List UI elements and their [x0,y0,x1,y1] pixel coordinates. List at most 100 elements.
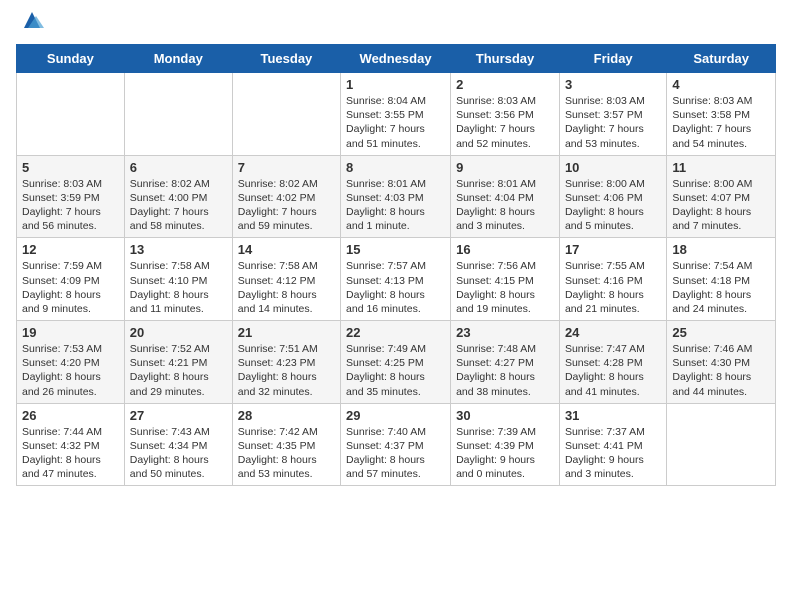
day-number: 1 [346,77,445,92]
calendar-cell: 7 Sunrise: 8:02 AM Sunset: 4:02 PM Daylig… [232,155,340,238]
logo-text [16,16,44,32]
calendar-header-sunday: Sunday [17,45,125,73]
calendar-cell: 30 Sunrise: 7:39 AM Sunset: 4:39 PM Dayli… [451,403,560,486]
day-info: Sunrise: 7:44 AM Sunset: 4:32 PM Dayligh… [22,425,119,482]
calendar-header-tuesday: Tuesday [232,45,340,73]
calendar-week-4: 19 Sunrise: 7:53 AM Sunset: 4:20 PM Dayli… [17,321,776,404]
day-number: 30 [456,408,554,423]
day-number: 10 [565,160,661,175]
day-info: Sunrise: 8:02 AM Sunset: 4:00 PM Dayligh… [130,177,227,234]
day-number: 2 [456,77,554,92]
calendar-header-friday: Friday [559,45,666,73]
calendar-cell: 6 Sunrise: 8:02 AM Sunset: 4:00 PM Daylig… [124,155,232,238]
day-info: Sunrise: 8:01 AM Sunset: 4:03 PM Dayligh… [346,177,445,234]
day-number: 9 [456,160,554,175]
day-info: Sunrise: 7:58 AM Sunset: 4:10 PM Dayligh… [130,259,227,316]
calendar-header-thursday: Thursday [451,45,560,73]
day-number: 21 [238,325,335,340]
day-number: 4 [672,77,770,92]
calendar-header-wednesday: Wednesday [341,45,451,73]
day-info: Sunrise: 7:56 AM Sunset: 4:15 PM Dayligh… [456,259,554,316]
calendar-cell: 1 Sunrise: 8:04 AM Sunset: 3:55 PM Daylig… [341,73,451,156]
day-info: Sunrise: 8:01 AM Sunset: 4:04 PM Dayligh… [456,177,554,234]
day-number: 7 [238,160,335,175]
day-info: Sunrise: 8:04 AM Sunset: 3:55 PM Dayligh… [346,94,445,151]
calendar-header-monday: Monday [124,45,232,73]
page-header [16,16,776,32]
day-info: Sunrise: 7:57 AM Sunset: 4:13 PM Dayligh… [346,259,445,316]
day-number: 14 [238,242,335,257]
day-info: Sunrise: 8:02 AM Sunset: 4:02 PM Dayligh… [238,177,335,234]
calendar-cell: 5 Sunrise: 8:03 AM Sunset: 3:59 PM Daylig… [17,155,125,238]
day-number: 22 [346,325,445,340]
calendar-cell: 20 Sunrise: 7:52 AM Sunset: 4:21 PM Dayli… [124,321,232,404]
day-number: 17 [565,242,661,257]
day-number: 13 [130,242,227,257]
calendar-cell [17,73,125,156]
calendar-cell: 11 Sunrise: 8:00 AM Sunset: 4:07 PM Dayli… [667,155,776,238]
calendar-week-5: 26 Sunrise: 7:44 AM Sunset: 4:32 PM Dayli… [17,403,776,486]
day-number: 25 [672,325,770,340]
calendar-cell: 16Sunrise: 7:56 AM Sunset: 4:15 PM Dayli… [451,238,560,321]
day-number: 27 [130,408,227,423]
day-number: 20 [130,325,227,340]
calendar-cell: 28Sunrise: 7:42 AM Sunset: 4:35 PM Dayli… [232,403,340,486]
calendar-cell: 4Sunrise: 8:03 AM Sunset: 3:58 PM Daylig… [667,73,776,156]
calendar-cell: 3 Sunrise: 8:03 AM Sunset: 3:57 PM Daylig… [559,73,666,156]
day-info: Sunrise: 7:51 AM Sunset: 4:23 PM Dayligh… [238,342,335,399]
calendar-cell: 10 Sunrise: 8:00 AM Sunset: 4:06 PM Dayli… [559,155,666,238]
day-number: 24 [565,325,661,340]
calendar-cell [667,403,776,486]
day-info: Sunrise: 7:54 AM Sunset: 4:18 PM Dayligh… [672,259,770,316]
calendar-cell: 25 Sunrise: 7:46 AM Sunset: 4:30 PM Dayli… [667,321,776,404]
logo [16,16,44,32]
calendar-week-3: 12Sunrise: 7:59 AM Sunset: 4:09 PM Dayli… [17,238,776,321]
calendar-cell: 15 Sunrise: 7:57 AM Sunset: 4:13 PM Dayli… [341,238,451,321]
day-number: 3 [565,77,661,92]
day-info: Sunrise: 7:47 AM Sunset: 4:28 PM Dayligh… [565,342,661,399]
day-number: 11 [672,160,770,175]
day-number: 18 [672,242,770,257]
day-number: 15 [346,242,445,257]
day-number: 5 [22,160,119,175]
calendar-cell: 22Sunrise: 7:49 AM Sunset: 4:25 PM Dayli… [341,321,451,404]
calendar-cell: 27 Sunrise: 7:43 AM Sunset: 4:34 PM Dayli… [124,403,232,486]
day-info: Sunrise: 7:40 AM Sunset: 4:37 PM Dayligh… [346,425,445,482]
day-number: 8 [346,160,445,175]
calendar-cell: 17 Sunrise: 7:55 AM Sunset: 4:16 PM Dayli… [559,238,666,321]
day-info: Sunrise: 8:00 AM Sunset: 4:06 PM Dayligh… [565,177,661,234]
logo-icon [20,8,44,32]
day-info: Sunrise: 7:58 AM Sunset: 4:12 PM Dayligh… [238,259,335,316]
calendar-cell: 18 Sunrise: 7:54 AM Sunset: 4:18 PM Dayli… [667,238,776,321]
day-number: 6 [130,160,227,175]
day-info: Sunrise: 7:46 AM Sunset: 4:30 PM Dayligh… [672,342,770,399]
calendar-cell: 8 Sunrise: 8:01 AM Sunset: 4:03 PM Daylig… [341,155,451,238]
day-info: Sunrise: 7:37 AM Sunset: 4:41 PM Dayligh… [565,425,661,482]
calendar-cell: 23Sunrise: 7:48 AM Sunset: 4:27 PM Dayli… [451,321,560,404]
day-info: Sunrise: 8:03 AM Sunset: 3:57 PM Dayligh… [565,94,661,151]
calendar-cell: 24 Sunrise: 7:47 AM Sunset: 4:28 PM Dayli… [559,321,666,404]
calendar-cell: 2 Sunrise: 8:03 AM Sunset: 3:56 PM Daylig… [451,73,560,156]
day-info: Sunrise: 7:52 AM Sunset: 4:21 PM Dayligh… [130,342,227,399]
day-info: Sunrise: 7:55 AM Sunset: 4:16 PM Dayligh… [565,259,661,316]
calendar-cell: 9 Sunrise: 8:01 AM Sunset: 4:04 PM Daylig… [451,155,560,238]
day-number: 26 [22,408,119,423]
calendar-cell: 12Sunrise: 7:59 AM Sunset: 4:09 PM Dayli… [17,238,125,321]
day-info: Sunrise: 8:03 AM Sunset: 3:56 PM Dayligh… [456,94,554,151]
calendar-header-saturday: Saturday [667,45,776,73]
calendar-cell: 14 Sunrise: 7:58 AM Sunset: 4:12 PM Dayli… [232,238,340,321]
calendar-cell [124,73,232,156]
day-info: Sunrise: 7:59 AM Sunset: 4:09 PM Dayligh… [22,259,119,316]
day-info: Sunrise: 7:39 AM Sunset: 4:39 PM Dayligh… [456,425,554,482]
calendar-cell: 29 Sunrise: 7:40 AM Sunset: 4:37 PM Dayli… [341,403,451,486]
calendar-week-1: 1 Sunrise: 8:04 AM Sunset: 3:55 PM Daylig… [17,73,776,156]
calendar-header-row: SundayMondayTuesdayWednesdayThursdayFrid… [17,45,776,73]
day-number: 19 [22,325,119,340]
calendar-cell [232,73,340,156]
day-info: Sunrise: 8:00 AM Sunset: 4:07 PM Dayligh… [672,177,770,234]
day-info: Sunrise: 7:43 AM Sunset: 4:34 PM Dayligh… [130,425,227,482]
calendar-cell: 13 Sunrise: 7:58 AM Sunset: 4:10 PM Dayli… [124,238,232,321]
day-info: Sunrise: 8:03 AM Sunset: 3:59 PM Dayligh… [22,177,119,234]
day-number: 29 [346,408,445,423]
day-info: Sunrise: 7:53 AM Sunset: 4:20 PM Dayligh… [22,342,119,399]
